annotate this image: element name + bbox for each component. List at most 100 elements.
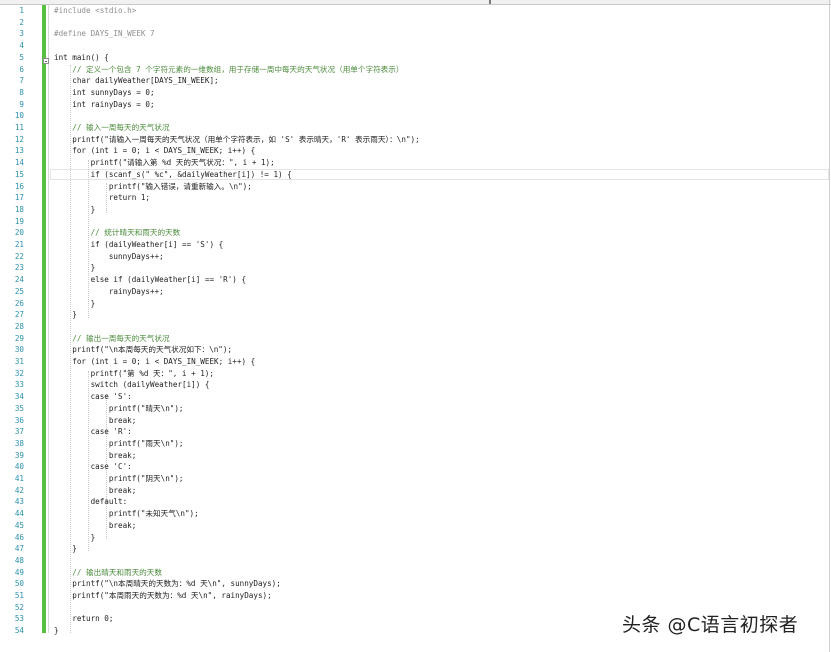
code-line[interactable]: 35 printf("晴天\n"); (0, 403, 831, 415)
code-line[interactable]: 33 switch (dailyWeather[i]) { (0, 379, 831, 391)
code-text[interactable]: if (dailyWeather[i] == 'S') { (54, 239, 224, 251)
code-line[interactable]: 46 } (0, 532, 831, 544)
code-line[interactable]: 14 printf("请输入第 %d 天的天气状况：", i + 1); (0, 157, 831, 169)
code-line[interactable]: 50 printf("\n本周晴天的天数为：%d 天\n", sunnyDays… (0, 578, 831, 590)
code-line[interactable]: 13 for (int i = 0; i < DAYS_IN_WEEK; i++… (0, 145, 831, 157)
code-line[interactable]: 38 printf("雨天\n"); (0, 438, 831, 450)
code-text[interactable]: #define DAYS_IN_WEEK 7 (54, 28, 155, 40)
code-text[interactable]: printf("输入错误，请重新输入。\n"); (54, 181, 252, 193)
code-line[interactable]: 11 // 输入一周每天的天气状况 (0, 122, 831, 134)
code-text[interactable]: // 定义一个包含 7 个字符元素的一维数组，用于存储一周中每天的天气状况（用单… (54, 64, 403, 76)
code-line[interactable]: 16 printf("输入错误，请重新输入。\n"); (0, 181, 831, 193)
code-line[interactable]: 28 (0, 321, 831, 333)
code-line[interactable]: 5 int main() { (0, 52, 831, 64)
code-text[interactable]: char dailyWeather[DAYS_IN_WEEK]; (54, 75, 218, 87)
code-line[interactable]: 6 // 定义一个包含 7 个字符元素的一维数组，用于存储一周中每天的天气状况（… (0, 64, 831, 76)
code-line[interactable]: 7 char dailyWeather[DAYS_IN_WEEK]; (0, 75, 831, 87)
code-text[interactable]: } (54, 309, 77, 321)
code-line[interactable]: 10 (0, 110, 831, 122)
code-line[interactable]: 51 printf("本周雨天的天数为：%d 天\n", rainyDays); (0, 590, 831, 602)
code-text[interactable]: return 1; (54, 192, 150, 204)
code-line[interactable]: 39 break; (0, 450, 831, 462)
code-text[interactable]: case 'C': (54, 461, 132, 473)
code-line[interactable]: 36 break; (0, 415, 831, 427)
code-line[interactable]: 26 } (0, 298, 831, 310)
code-text[interactable]: printf("请输入第 %d 天的天气状况：", i + 1); (54, 157, 275, 169)
code-line[interactable]: 9 int rainyDays = 0; (0, 99, 831, 111)
code-line[interactable]: 2 (0, 17, 831, 29)
code-text[interactable]: printf("\n本周晴天的天数为：%d 天\n", sunnyDays); (54, 578, 281, 590)
code-text[interactable]: // 输出晴天和雨天的天数 (54, 567, 162, 579)
code-text[interactable]: // 统计晴天和雨天的天数 (54, 227, 181, 239)
code-text[interactable]: default: (54, 496, 128, 508)
code-line[interactable]: 47 } (0, 543, 831, 555)
code-editor[interactable]: 1 #include <stdio.h> 2 3 #define DAYS_IN_WEE… (0, 5, 831, 645)
code-line[interactable]: 30 printf("\n本周每天的天气状况如下：\n"); (0, 344, 831, 356)
code-line[interactable]: 34 case 'S': (0, 391, 831, 403)
code-line[interactable]: 45 break; (0, 520, 831, 532)
code-text[interactable]: int rainyDays = 0; (54, 99, 154, 111)
code-line[interactable]: 43 default: (0, 496, 831, 508)
code-line[interactable]: 22 sunnyDays++; (0, 251, 831, 263)
code-text[interactable]: #include <stdio.h> (54, 5, 136, 17)
code-text[interactable]: break; (54, 485, 136, 497)
code-line[interactable]: 8 int sunnyDays = 0; (0, 87, 831, 99)
code-line[interactable]: 24 else if (dailyWeather[i] == 'R') { (0, 274, 831, 286)
code-text[interactable]: if (scanf_s(" %c", &dailyWeather[i]) != … (54, 169, 292, 181)
code-text[interactable]: // 输出一周每天的天气状况 (54, 333, 169, 345)
code-text[interactable]: case 'R': (54, 426, 132, 438)
code-text[interactable]: } (54, 262, 96, 274)
code-text[interactable]: return 0; (54, 613, 113, 625)
code-text[interactable]: for (int i = 0; i < DAYS_IN_WEEK; i++) { (54, 145, 255, 157)
code-line[interactable]: 49 // 输出晴天和雨天的天数 (0, 567, 831, 579)
code-text[interactable]: } (54, 625, 59, 637)
code-text[interactable]: printf("本周雨天的天数为：%d 天\n", rainyDays); (54, 590, 271, 602)
code-line[interactable]: 20 // 统计晴天和雨天的天数 (0, 227, 831, 239)
code-text[interactable]: else if (dailyWeather[i] == 'R') { (54, 274, 246, 286)
code-line[interactable]: 17 return 1; (0, 192, 831, 204)
code-text[interactable]: break; (54, 415, 136, 427)
code-text[interactable]: // 输入一周每天的天气状况 (54, 122, 169, 134)
code-text[interactable]: printf("请输入一周每天的天气状况（用单个字符表示，如 'S' 表示晴天，… (54, 134, 419, 146)
code-text[interactable]: break; (54, 450, 136, 462)
code-line[interactable]: 41 printf("阴天\n"); (0, 473, 831, 485)
code-line[interactable]: 12 printf("请输入一周每天的天气状况（用单个字符表示，如 'S' 表示… (0, 134, 831, 146)
code-text[interactable]: printf("\n本周每天的天气状况如下：\n"); (54, 344, 232, 356)
code-text[interactable]: printf("晴天\n"); (54, 403, 184, 415)
code-line[interactable]: 29 // 输出一周每天的天气状况 (0, 333, 831, 345)
code-text[interactable]: int sunnyDays = 0; (54, 87, 154, 99)
code-text[interactable]: switch (dailyWeather[i]) { (54, 379, 210, 391)
code-line[interactable]: 19 (0, 216, 831, 228)
code-text[interactable]: sunnyDays++; (54, 251, 164, 263)
code-line[interactable]: 18 } (0, 204, 831, 216)
code-text[interactable]: break; (54, 520, 136, 532)
code-text[interactable]: } (54, 532, 96, 544)
code-text[interactable]: printf("未知天气\n"); (54, 508, 199, 520)
code-line[interactable]: 31 for (int i = 0; i < DAYS_IN_WEEK; i++… (0, 356, 831, 368)
code-line[interactable]: 1 #include <stdio.h> (0, 5, 831, 17)
code-line[interactable]: 37 case 'R': (0, 426, 831, 438)
code-line[interactable]: 32 printf("第 %d 天：", i + 1); (0, 368, 831, 380)
code-text[interactable]: printf("雨天\n"); (54, 438, 184, 450)
code-text[interactable]: printf("阴天\n"); (54, 473, 184, 485)
code-text[interactable]: } (54, 298, 96, 310)
code-line[interactable]: 23 } (0, 262, 831, 274)
code-line[interactable]: 3 #define DAYS_IN_WEEK 7 (0, 28, 831, 40)
code-line[interactable]: 40 case 'C': (0, 461, 831, 473)
code-line[interactable]: 44 printf("未知天气\n"); (0, 508, 831, 520)
code-line[interactable]: 25 rainyDays++; (0, 286, 831, 298)
code-text[interactable]: } (54, 204, 96, 216)
code-line[interactable]: 15 if (scanf_s(" %c", &dailyWeather[i]) … (0, 169, 831, 181)
code-line[interactable]: 42 break; (0, 485, 831, 497)
code-line[interactable]: 21 if (dailyWeather[i] == 'S') { (0, 239, 831, 251)
line-number: 48 (14, 555, 24, 565)
code-text[interactable]: rainyDays++; (54, 286, 164, 298)
code-text[interactable]: printf("第 %d 天：", i + 1); (54, 368, 214, 380)
code-text[interactable]: for (int i = 0; i < DAYS_IN_WEEK; i++) { (54, 356, 255, 368)
code-text[interactable]: } (54, 543, 77, 555)
code-line[interactable]: 27 } (0, 309, 831, 321)
code-line[interactable]: 4 (0, 40, 831, 52)
code-text[interactable]: case 'S': (54, 391, 132, 403)
code-line[interactable]: 48 (0, 555, 831, 567)
code-text[interactable]: int main() { (54, 52, 109, 64)
